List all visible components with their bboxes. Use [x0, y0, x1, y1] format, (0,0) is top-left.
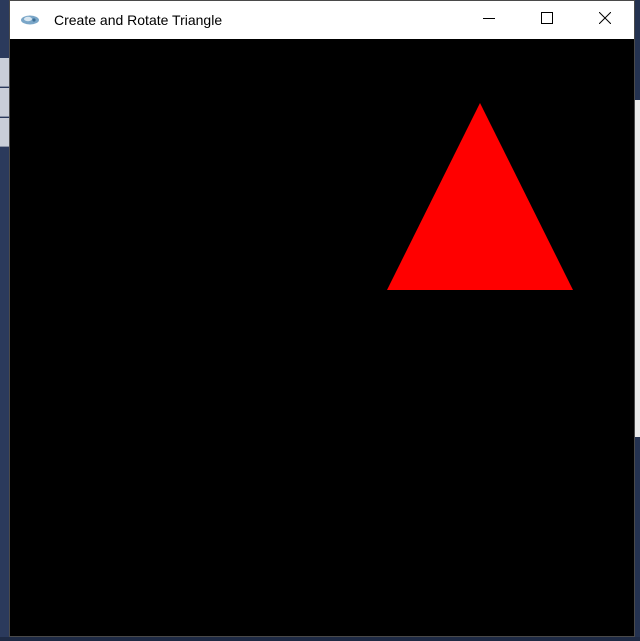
- app-window: Create and Rotate Triangle: [9, 0, 635, 637]
- minimize-button[interactable]: [460, 1, 518, 39]
- maximize-icon: [541, 11, 553, 29]
- minimize-icon: [483, 11, 495, 29]
- background-tab: [0, 58, 9, 87]
- window-title: Create and Rotate Triangle: [54, 12, 223, 28]
- app-icon: [20, 13, 42, 27]
- close-icon: [598, 11, 612, 29]
- red-triangle: [387, 103, 573, 290]
- render-canvas[interactable]: [10, 39, 634, 636]
- canvas-svg: [387, 103, 573, 290]
- background-tab: [0, 118, 9, 147]
- window-controls: [460, 1, 634, 39]
- title-bar[interactable]: Create and Rotate Triangle: [10, 1, 634, 39]
- close-button[interactable]: [576, 1, 634, 39]
- maximize-button[interactable]: [518, 1, 576, 39]
- background-tab: [0, 88, 9, 117]
